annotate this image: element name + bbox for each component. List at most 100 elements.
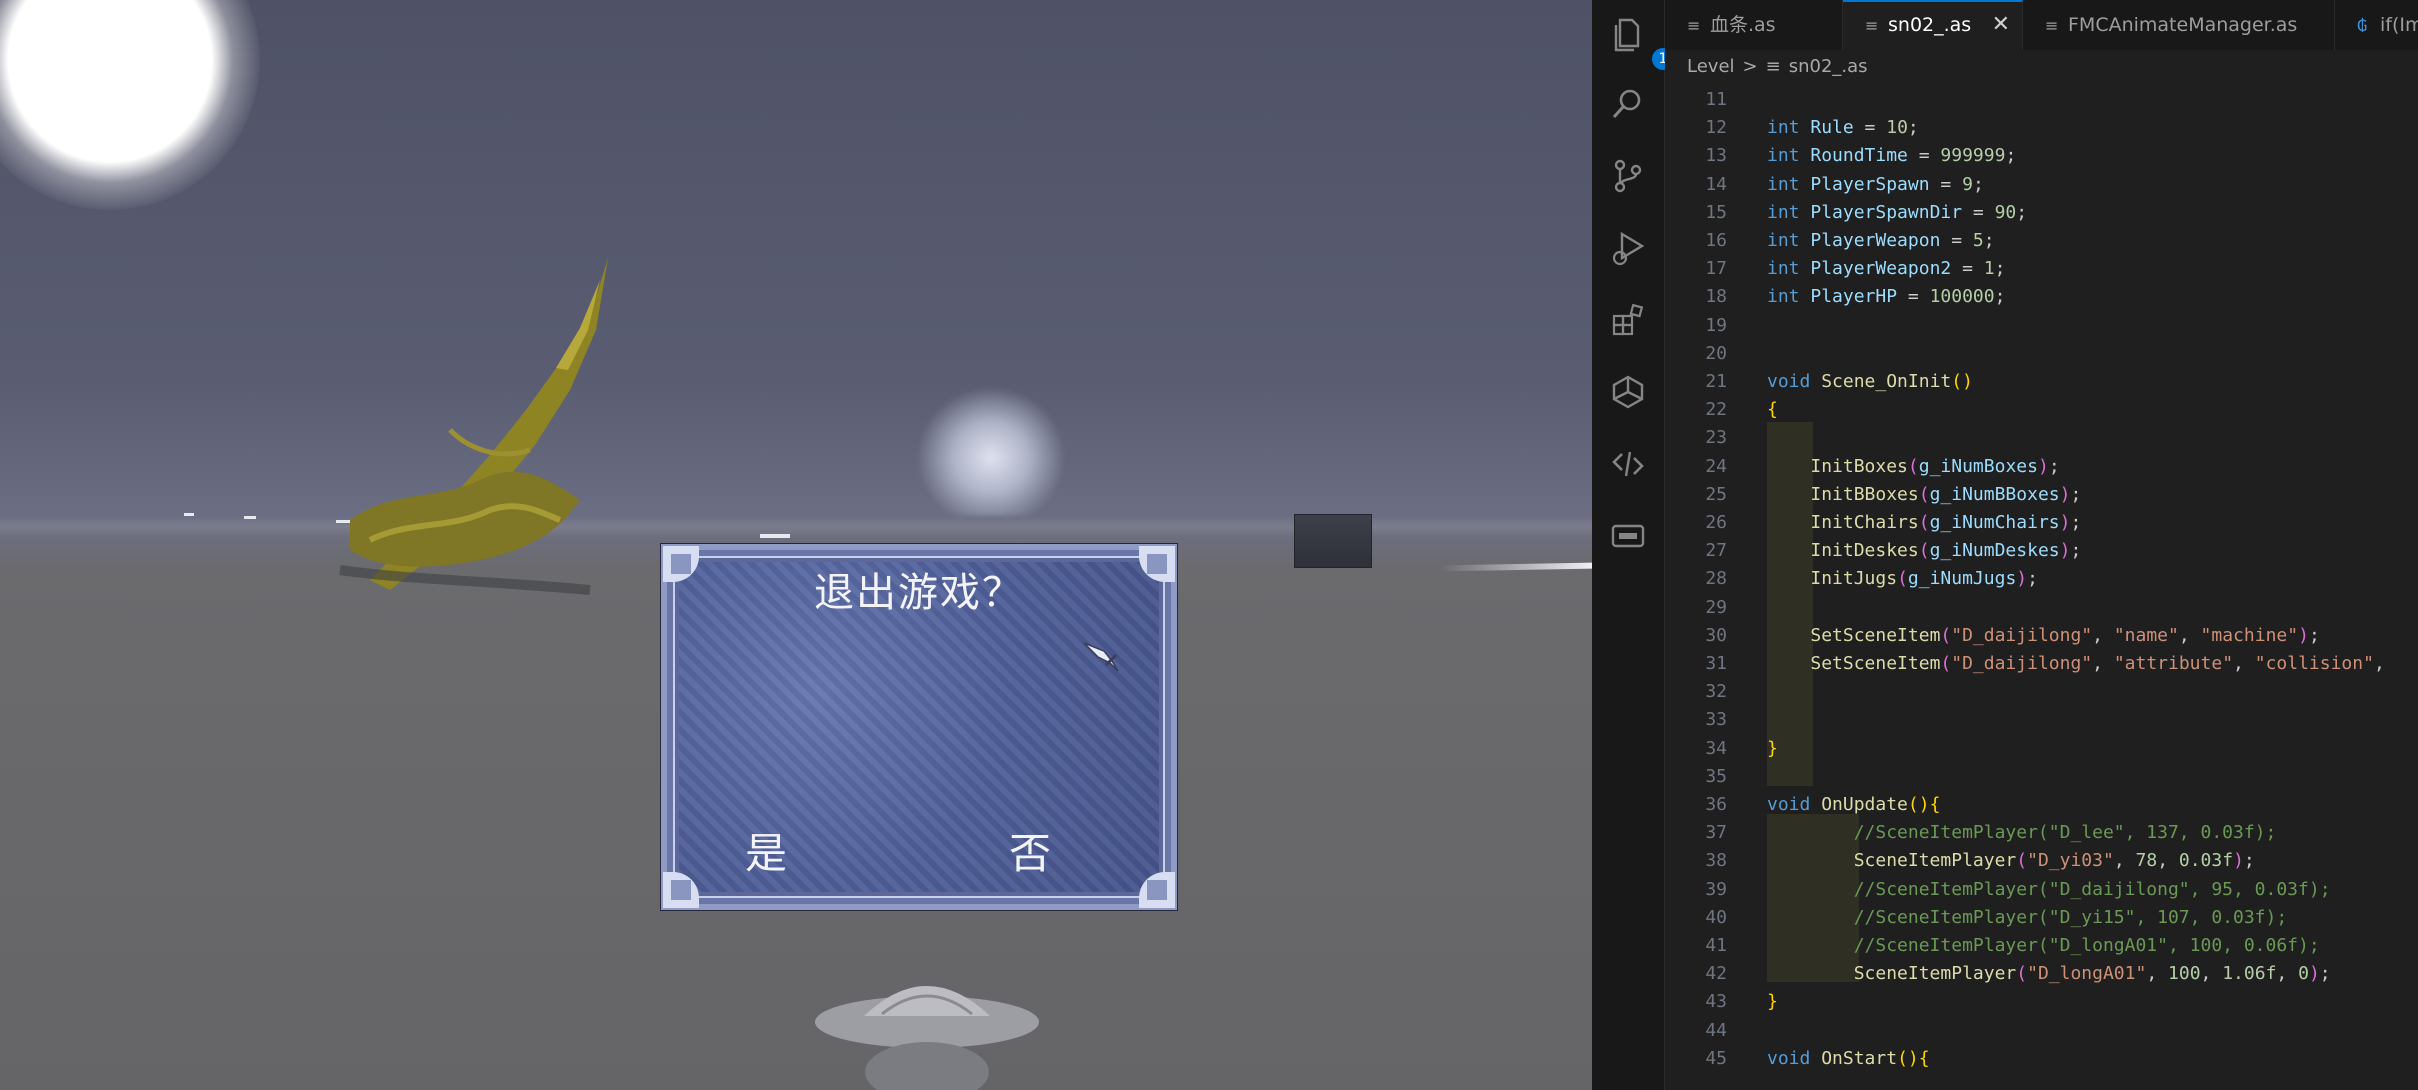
distant-object (760, 534, 790, 538)
frame-corner (663, 872, 699, 908)
line-number: 14 (1705, 173, 1727, 195)
distant-object (244, 516, 256, 519)
code-text: int PlayerSpawn = 9; (1767, 173, 1984, 195)
remote-explorer-icon[interactable] (1610, 446, 1646, 482)
code-line[interactable]: 20 (1665, 340, 2418, 368)
explorer-icon[interactable]: 1 (1610, 16, 1674, 70)
code-line[interactable]: 22 { (1665, 396, 2418, 424)
line-number: 32 (1705, 681, 1727, 703)
unity-icon[interactable] (1610, 374, 1646, 410)
code-line[interactable]: 45 void OnStart(){ (1665, 1045, 2418, 1073)
code-line[interactable]: 12 int Rule = 10; (1665, 114, 2418, 142)
code-line[interactable]: 19 (1665, 312, 2418, 340)
code-line[interactable]: 27 InitDeskes(g_iNumDeskes); (1665, 537, 2418, 565)
code-line[interactable]: 42 SceneItemPlayer("D_longA01", 100, 1.0… (1665, 960, 2418, 988)
line-number: 23 (1705, 427, 1727, 449)
code-line[interactable]: 33 (1665, 706, 2418, 734)
code-line[interactable]: 28 InitJugs(g_iNumJugs); (1665, 565, 2418, 593)
game-viewport[interactable]: 退出游戏？ 是 否 (0, 0, 1592, 1090)
line-number: 37 (1705, 822, 1727, 844)
code-line[interactable]: 40 //SceneItemPlayer("D_yi15", 107, 0.03… (1665, 904, 2418, 932)
line-number: 43 (1705, 991, 1727, 1013)
line-number: 42 (1705, 963, 1727, 985)
code-line[interactable]: 29 (1665, 594, 2418, 622)
extensions-icon[interactable] (1610, 302, 1646, 338)
code-line[interactable]: 15 int PlayerSpawnDir = 90; (1665, 199, 2418, 227)
code-line[interactable]: 34} (1665, 735, 2418, 763)
code-text: InitChairs(g_iNumChairs); (1810, 512, 2082, 533)
code-line[interactable]: 25 InitBBoxes(g_iNumBBoxes); (1665, 481, 2418, 509)
code-line[interactable]: 11 (1665, 86, 2418, 114)
tab-xuetiao[interactable]: ≡ 血条.as (1665, 0, 1843, 50)
run-debug-icon[interactable] (1610, 230, 1646, 266)
line-number: 28 (1705, 568, 1727, 590)
code-line[interactable]: 39 //SceneItemPlayer("D_daijilong", 95, … (1665, 876, 2418, 904)
activity-bar: 1 (1592, 0, 1674, 1090)
code-text: void OnStart(){ (1767, 1047, 1930, 1069)
code-text: //SceneItemPlayer("D_lee", 137, 0.03f); (1853, 822, 2277, 844)
code-text: InitJugs(g_iNumJugs); (1810, 568, 2038, 590)
search-icon[interactable] (1610, 86, 1646, 122)
code-text: int PlayerSpawnDir = 90; (1767, 201, 2028, 223)
code-text: int PlayerWeapon2 = 1; (1767, 258, 2006, 280)
file-lines-icon: ≡ (1865, 16, 1879, 35)
code-text: SetSceneItem("D_daijilong", "name", "mac… (1810, 624, 2320, 646)
code-line[interactable]: 43} (1665, 988, 2418, 1016)
breadcrumb-level[interactable]: Level (1687, 56, 1735, 77)
line-number: 27 (1705, 540, 1727, 562)
dragon-statue (339, 258, 608, 595)
code-line[interactable]: 21 void Scene_OnInit() (1665, 368, 2418, 396)
line-number: 39 (1705, 878, 1727, 900)
line-number: 20 (1705, 342, 1727, 364)
close-icon[interactable]: ✕ (1992, 2, 2010, 48)
yes-button[interactable]: 是 (745, 820, 787, 881)
editor-tabs: ≡ 血条.as ≡ sn02_.as ✕ ≡ FMCAnimateManager.as… (1665, 0, 2418, 50)
code-line[interactable]: 38 SceneItemPlayer("D_yi03", 78, 0.03f); (1665, 847, 2418, 875)
code-line[interactable]: 41 //SceneItemPlayer("D_longA01", 100, 0… (1665, 932, 2418, 960)
code-line[interactable]: 13 int RoundTime = 999999; (1665, 142, 2418, 170)
code-line[interactable]: 36 void OnUpdate(){ (1665, 791, 2418, 819)
code-area[interactable]: 11 12 int Rule = 10; 13 int RoundTime = 9999… (1665, 86, 2418, 1090)
tab-img[interactable]: ₲ if(ImG (2335, 0, 2418, 50)
code-line[interactable]: 18 int PlayerHP = 100000; (1665, 283, 2418, 311)
code-text: InitBoxes(g_iNumBoxes); (1810, 455, 2060, 477)
code-line[interactable]: 31 SetSceneItem("D_daijilong", "attribut… (1665, 650, 2418, 678)
line-number: 18 (1705, 286, 1727, 308)
code-line[interactable]: 26 InitChairs(g_iNumChairs); (1665, 509, 2418, 537)
line-number: 35 (1705, 765, 1727, 787)
line-number: 33 (1705, 709, 1727, 731)
code-text: int Rule = 10; (1767, 117, 1919, 139)
dialog-title: 退出游戏？ (814, 570, 1024, 616)
line-number: 36 (1705, 794, 1727, 815)
character-straw-hat (815, 986, 1039, 1090)
remote-window-icon[interactable] (1610, 518, 1646, 554)
tab-sn02[interactable]: ≡ sn02_.as ✕ (1843, 0, 2023, 50)
code-text: } (1767, 737, 1778, 759)
code-line[interactable]: 14 int PlayerSpawn = 9; (1665, 171, 2418, 199)
code-text: SceneItemPlayer("D_longA01", 100, 1.06f,… (1853, 963, 2331, 985)
line-number: 11 (1705, 89, 1727, 110)
code-line[interactable]: 16 int PlayerWeapon = 5; (1665, 227, 2418, 255)
code-line[interactable]: 17 int PlayerWeapon2 = 1; (1665, 255, 2418, 283)
code-file-icon: ₲ (2357, 16, 2368, 35)
code-line[interactable]: 37 //SceneItemPlayer("D_lee", 137, 0.03f… (1665, 819, 2418, 847)
tab-fmcanimatemanager[interactable]: ≡ FMCAnimateManager.as (2023, 0, 2335, 50)
code-line[interactable]: 32 (1665, 678, 2418, 706)
code-line[interactable]: 24 InitBoxes(g_iNumBoxes); (1665, 453, 2418, 481)
sun (0, 0, 260, 210)
code-text: InitDeskes(g_iNumDeskes); (1810, 540, 2082, 562)
code-text: //SceneItemPlayer("D_daijilong", 95, 0.0… (1853, 878, 2331, 900)
breadcrumb-file[interactable]: sn02_.as (1789, 56, 1868, 77)
tab-label: if(ImG (2380, 14, 2418, 36)
code-text: int PlayerWeapon = 5; (1767, 230, 1995, 251)
code-text: //SceneItemPlayer("D_longA01", 100, 0.06… (1853, 935, 2320, 956)
code-line[interactable]: 23 (1665, 424, 2418, 452)
code-line[interactable]: 44 (1665, 1017, 2418, 1045)
code-line[interactable]: 35 (1665, 763, 2418, 791)
code-text: void OnUpdate(){ (1767, 794, 1941, 815)
code-line[interactable]: 30 SetSceneItem("D_daijilong", "name", "… (1665, 622, 2418, 650)
line-number: 31 (1705, 653, 1727, 674)
code-text: void Scene_OnInit() (1767, 371, 1973, 392)
source-control-icon[interactable] (1610, 158, 1646, 194)
no-button[interactable]: 否 (1009, 820, 1051, 881)
